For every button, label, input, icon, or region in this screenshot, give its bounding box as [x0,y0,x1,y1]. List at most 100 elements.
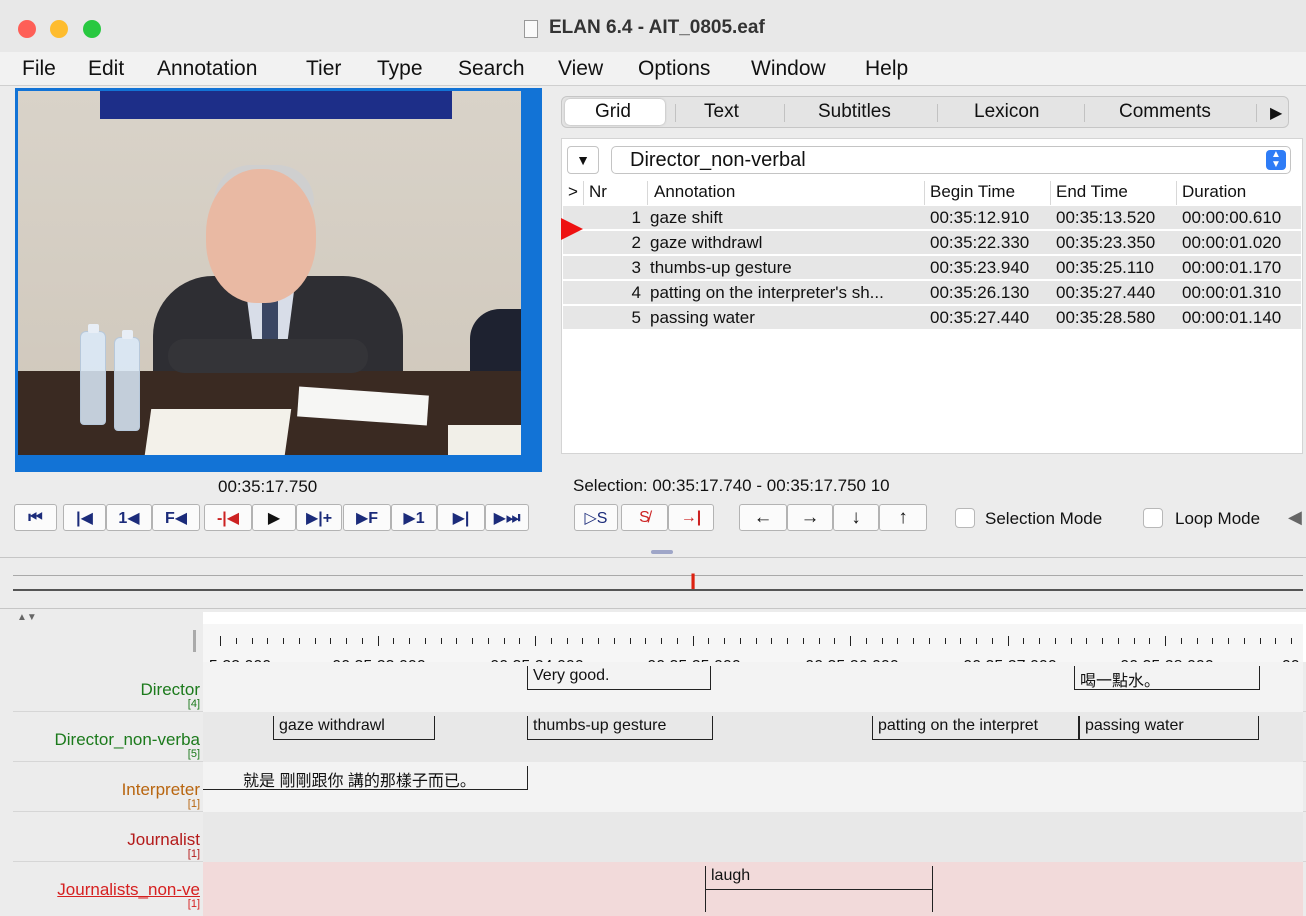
clear-selection-button[interactable]: S̸ [621,504,668,531]
menu-options[interactable]: Options [638,57,710,81]
close-window-button[interactable] [18,20,36,38]
menu-file[interactable]: File [22,57,56,81]
menu-help[interactable]: Help [865,57,908,81]
selection-mode-checkbox[interactable] [955,508,975,528]
ruler-tick [676,638,678,644]
column-duration[interactable]: Duration [1182,182,1246,202]
nav-right-button[interactable]: → [787,504,833,531]
previous-frame-button[interactable]: F◀ [152,504,200,531]
nav-up-button[interactable]: ↑ [879,504,927,531]
selection-to-end-button[interactable]: →| [668,504,714,531]
annotation[interactable]: thumbs-up gesture [527,716,713,740]
table-row[interactable]: 5 passing water 00:35:27.440 00:35:28.58… [563,306,1301,330]
timeline-overview-bar[interactable] [13,575,1303,591]
tier-row-director-non-verbal: Director_non-verba [5] gaze withdrawl th… [13,712,1306,762]
tier-name[interactable]: Interpreter [122,780,200,800]
media-time: 00:35:17.750 [218,477,318,496]
ruler-tick [834,638,836,644]
row-duration: 00:00:01.170 [1182,258,1282,277]
column-nr[interactable]: Nr [589,182,607,202]
tab-text[interactable]: Text [704,101,739,123]
menu-window[interactable]: Window [751,57,826,81]
menu-view[interactable]: View [558,57,603,81]
column-end-time[interactable]: End Time [1056,182,1128,202]
menu-type[interactable]: Type [377,57,423,81]
ruler-tick [850,636,851,646]
tab-lexicon[interactable]: Lexicon [974,101,1040,123]
row-nr: 4 [631,283,641,302]
row-begin-time: 00:35:23.940 [930,258,1030,277]
loop-mode-checkbox[interactable] [1143,508,1163,528]
annotation[interactable]: laugh [705,866,933,890]
column-begin-time[interactable]: Begin Time [930,182,1015,202]
ruler-tick [503,638,505,644]
menu-tier[interactable]: Tier [306,57,341,81]
ruler-tick [1102,638,1103,644]
ruler-tick [708,638,710,644]
arrow-down-icon: ↓ [851,506,861,528]
next-second-button[interactable]: ▶1 [391,504,437,531]
row-duration: 00:00:01.310 [1182,283,1282,302]
tier-name[interactable]: Journalist [127,830,200,850]
minimize-window-button[interactable] [50,20,68,38]
tier-name[interactable]: Director [140,680,200,700]
tab-subtitles[interactable]: Subtitles [818,101,891,123]
ruler-handle[interactable] [193,630,196,652]
column-marker: > [568,182,578,201]
table-row[interactable]: 4 patting on the interpreter's sh... 00:… [563,281,1301,305]
menu-annotation[interactable]: Annotation [157,57,257,81]
nav-down-button[interactable]: ↓ [833,504,879,531]
next-second-icon: ▶1 [403,509,425,527]
annotation[interactable]: 喝一點水。 [1074,666,1260,690]
nav-left-button[interactable]: ← [739,504,787,531]
tier-name[interactable]: Director_non-verba [54,730,200,750]
go-to-begin-button[interactable]: ⏮ [14,504,57,531]
table-row[interactable]: 2 gaze withdrawl 00:35:22.330 00:35:23.3… [563,231,1301,255]
annotation[interactable]: patting on the interpret [872,716,1079,740]
previous-boundary-button[interactable]: -|◀ [204,504,252,531]
ruler-tick [582,638,584,644]
video-player[interactable] [15,88,542,472]
menu-edit[interactable]: Edit [88,57,124,81]
table-row[interactable]: 1 gaze shift 00:35:12.910 00:35:13.520 0… [563,206,1301,230]
row-end-time: 00:35:27.440 [1056,283,1156,302]
timeline-viewer[interactable]: ▲▼ 5:22.000 00:35:23.000 00:35:24.000 00… [13,612,1306,916]
tier-count: [1] [187,898,200,910]
tier-select[interactable]: Director_non-verbal ▲ ▼ [611,146,1291,174]
clear-selection-icon: S̸ [639,508,650,526]
table-row[interactable]: 3 thumbs-up gesture 00:35:23.940 00:35:2… [563,256,1301,280]
tier-name[interactable]: Journalists_non-ve [57,880,200,900]
sort-arrows-icon[interactable]: ▲▼ [17,612,37,623]
splitter-handle[interactable] [651,550,673,554]
go-to-end-button[interactable]: ▶⏭ [485,504,529,531]
ruler-tick [928,638,930,644]
ruler-tick [251,638,253,644]
more-tabs-icon[interactable]: ▶ [1270,103,1282,123]
next-boundary-button[interactable]: ▶|+ [296,504,342,531]
annotation[interactable]: Very good. [527,666,711,690]
ruler-tick [283,638,284,644]
speaker-icon[interactable]: ◀ [1288,507,1302,528]
tab-grid[interactable]: Grid [595,101,631,123]
zoom-window-button[interactable] [83,20,101,38]
ruler-tick [1275,638,1277,644]
ruler-tick [1023,638,1025,644]
menu-search[interactable]: Search [458,57,525,81]
ruler-tick [1039,638,1040,644]
tier-menu-toggle[interactable]: ▼ [567,146,599,174]
tier-count: [5] [187,748,200,760]
ruler-tick [1054,638,1056,644]
annotation[interactable]: gaze withdrawl [273,716,435,740]
previous-frame-group-button[interactable]: |◀ [63,504,106,531]
play-selection-button[interactable]: ▷S [574,504,618,531]
tab-comments[interactable]: Comments [1119,101,1211,123]
next-frame-button[interactable]: ▶F [343,504,391,531]
annotation[interactable]: 就是 剛剛跟你 講的那樣子而已。 [203,766,528,790]
column-annotation[interactable]: Annotation [654,182,735,202]
play-button[interactable]: ▶ [252,504,296,531]
tier-row-director: Director [4] Very good. 喝一點水。 [13,662,1306,712]
nameplate-image [448,425,521,455]
annotation[interactable]: passing water [1079,716,1259,740]
previous-second-button[interactable]: 1◀ [106,504,152,531]
next-pixel-button[interactable]: ▶| [437,504,485,531]
